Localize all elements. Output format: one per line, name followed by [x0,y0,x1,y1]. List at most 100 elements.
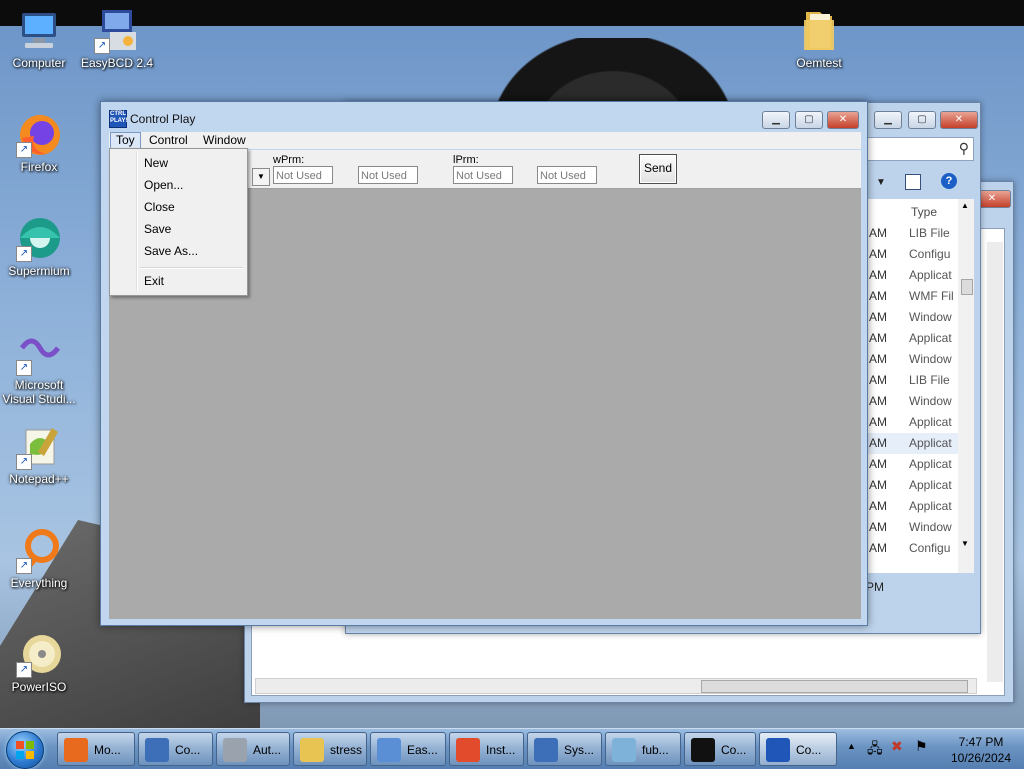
file-type-cell: Configu [909,247,951,261]
maximize-icon[interactable]: ▢ [908,111,936,129]
scrollbar-thumb[interactable] [701,680,968,693]
taskbar-button[interactable]: stress [293,732,367,766]
taskbar-button-label: Co... [721,743,747,757]
desktop-icon-everything[interactable]: ↗ Everything [0,528,78,590]
menu-item-close[interactable]: Close [144,197,175,217]
lparam-field-2[interactable]: Not Used [537,166,597,184]
dropdown-arrow-icon[interactable]: ▼ [252,168,270,186]
maximize-icon[interactable]: ▢ [795,111,823,129]
file-type-cell: Window [909,394,952,408]
taskbar-button[interactable]: Co... [759,732,837,766]
action-center-flag-icon[interactable]: ⚑ [915,738,928,755]
volume-muted-icon[interactable]: ✖ [891,738,903,755]
desktop-icon-notepad-plus-plus[interactable]: ↗ Notepad++ [0,424,78,486]
desktop-icon-computer[interactable]: Computer [0,8,78,70]
search-input[interactable]: ⚲ [866,137,974,161]
wparam-field-2[interactable]: Not Used [358,166,418,184]
modified-time-cell: AM [869,310,887,324]
modified-time-cell: AM [869,247,887,261]
taskbar-app-icon [377,738,401,762]
close-icon[interactable]: ✕ [827,111,859,129]
easybcd-icon: ↗ [94,8,140,54]
desktop-icon-visual-studio[interactable]: ↗ Microsoft Visual Studi... [0,330,78,406]
taskbar-button[interactable]: Co... [684,732,756,766]
file-type-cell: LIB File [909,226,950,240]
file-type-cell: Applicat [909,268,952,282]
shortcut-arrow-icon: ↗ [16,662,32,678]
poweriso-icon: ↗ [16,632,62,678]
modified-time-cell: AM [869,415,887,429]
taskbar-button-label: Eas... [407,743,438,757]
menu-control[interactable]: Control [144,132,193,149]
taskbar-button-label: Inst... [486,743,516,757]
modified-time-cell: AM [869,268,887,282]
file-type-cell: Window [909,520,952,534]
scroll-up-icon[interactable]: ▲ [961,201,969,210]
desktop-icon-easybcd[interactable]: ↗ EasyBCD 2.4 [78,8,156,70]
clock-date[interactable]: 10/26/2024 [939,751,1023,765]
minimize-icon[interactable]: ▁ [762,111,790,129]
taskbar-button-label: stress [330,743,363,757]
desktop-icon-label: Firefox [20,160,58,174]
file-list[interactable]: Type AM LIB File AM Configu AM Applicat AM WMF … [866,199,974,573]
shortcut-arrow-icon: ↗ [16,246,32,262]
taskbar-button[interactable]: Mo... [57,732,135,766]
shortcut-arrow-icon: ↗ [16,454,32,470]
start-button[interactable] [6,731,44,769]
taskbar-button[interactable]: Inst... [449,732,524,766]
clock-time[interactable]: 7:47 PM [939,735,1023,749]
help-icon[interactable]: ? [941,173,957,189]
menu-item-new[interactable]: New [144,153,168,173]
vertical-scrollbar[interactable]: ▲ ▼ [958,199,974,573]
search-icon[interactable]: ⚲ [959,140,969,157]
scroll-down-icon[interactable]: ▼ [961,539,969,548]
column-header-type[interactable]: Type [911,205,937,219]
taskbar-button-label: Co... [175,743,201,757]
desktop-icon-oemtest[interactable]: Oemtest [780,8,858,70]
file-type-cell: Window [909,310,952,324]
modified-time-cell: AM [869,436,887,450]
chevron-down-icon[interactable]: ▼ [876,177,886,188]
menu-item-save-as[interactable]: Save As... [144,241,198,261]
taskbar-button[interactable]: Co... [138,732,213,766]
desktop-icon-label: EasyBCD 2.4 [80,56,154,70]
taskbar-button[interactable]: Sys... [527,732,602,766]
file-type-cell: Configu [909,541,951,555]
taskbar-app-icon [64,738,88,762]
wparam-field-1[interactable]: Not Used [273,166,333,184]
folder-icon [796,8,842,54]
desktop-icon-firefox[interactable]: ↗ Firefox [0,112,78,174]
modified-time-cell: AM [869,289,887,303]
taskbar-app-icon [300,738,324,762]
shortcut-arrow-icon: ↗ [16,142,32,158]
menu-bar: Toy Control Window [109,132,861,149]
menu-toy[interactable]: Toy [110,132,141,149]
file-type-cell: Applicat [909,457,952,471]
desktop-icon-poweriso[interactable]: ↗ PowerISO [0,632,78,694]
modified-time-cell: AM [869,331,887,345]
show-hidden-icons-icon[interactable]: ▲ [847,741,856,751]
taskbar-button[interactable]: fub... [605,732,681,766]
network-icon[interactable]: 🖧 [867,738,883,762]
desktop-icon-label: Notepad++ [9,472,69,486]
vertical-scrollbar[interactable] [987,242,1003,682]
modified-time-cell: AM [869,226,887,240]
desktop-icon-supermium[interactable]: ↗ Supermium [0,216,78,278]
scrollbar-thumb[interactable] [961,279,973,295]
taskbar-button[interactable]: Aut... [216,732,290,766]
desktop-icon-label: Supermium [8,264,70,278]
lparam-label: lPrm: [453,154,479,166]
menu-item-exit[interactable]: Exit [144,271,164,291]
modified-time-cell: AM [869,520,887,534]
horizontal-scrollbar[interactable] [255,678,977,694]
send-button[interactable]: Send [639,154,677,184]
supermium-icon: ↗ [16,216,62,262]
lparam-field-1[interactable]: Not Used [453,166,513,184]
close-icon[interactable]: ✕ [940,111,978,129]
taskbar-button[interactable]: Eas... [370,732,446,766]
menu-window[interactable]: Window [198,132,251,149]
menu-item-open[interactable]: Open... [144,175,183,195]
menu-item-save[interactable]: Save [144,219,171,239]
preview-pane-icon[interactable] [905,174,921,190]
minimize-icon[interactable]: ▁ [874,111,902,129]
